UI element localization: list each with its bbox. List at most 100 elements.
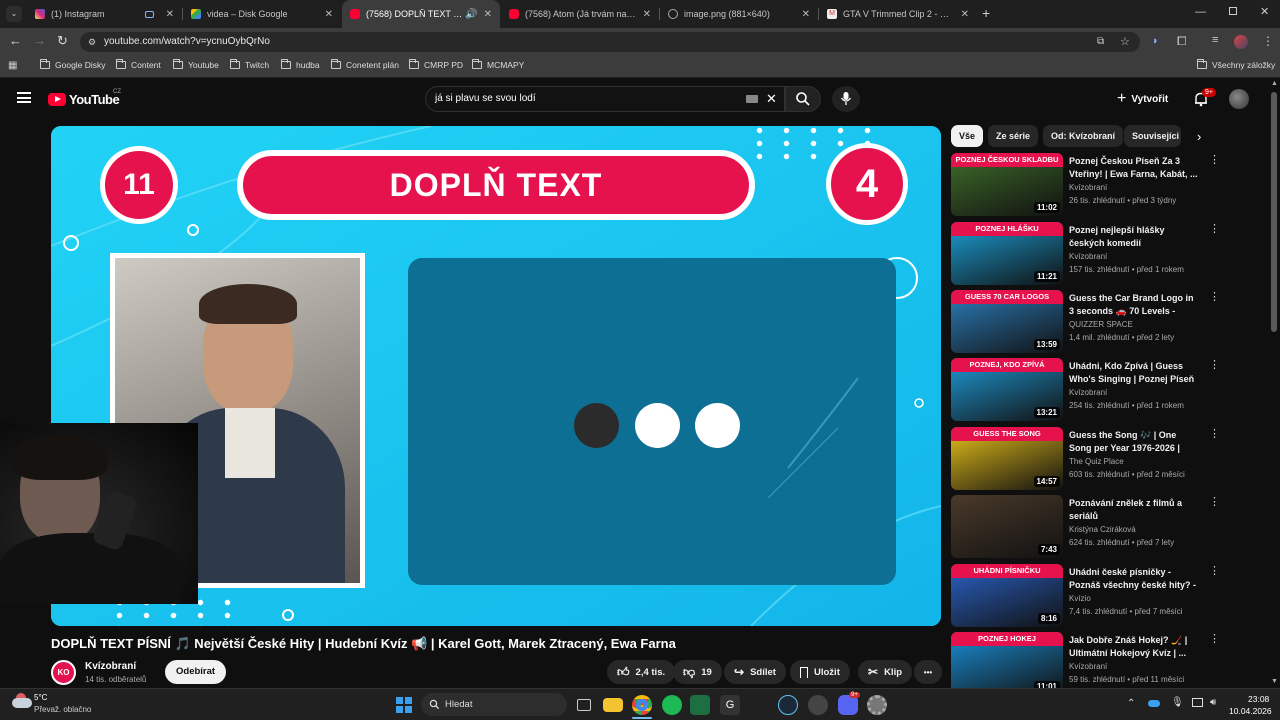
- clear-search-icon[interactable]: ✕: [766, 87, 777, 111]
- video-thumbnail[interactable]: GUESS THE SONG 14:57: [951, 427, 1063, 490]
- tab-search-button[interactable]: ⌄: [6, 6, 22, 22]
- install-icon[interactable]: ⧉: [1097, 32, 1104, 52]
- bookmark-twitch[interactable]: Twitch: [230, 59, 269, 70]
- new-tab-button[interactable]: +: [982, 5, 990, 21]
- recommendation-channel[interactable]: Kvízobraní: [1069, 183, 1107, 192]
- chip-related[interactable]: Souvisejíci: [1124, 125, 1181, 147]
- hamburger-menu-icon[interactable]: [17, 92, 31, 103]
- chip-all[interactable]: Vše: [951, 125, 984, 147]
- search-button[interactable]: [785, 86, 821, 112]
- more-options-icon[interactable]: ⋮: [1209, 566, 1220, 577]
- clock-date[interactable]: 10.04.2026: [1229, 706, 1272, 716]
- like-button[interactable]: 👍︎ 2,4 tis.: [607, 660, 676, 684]
- video-thumbnail[interactable]: GUESS 70 CAR LOGOS 13:59: [951, 290, 1063, 353]
- close-icon[interactable]: ✕: [484, 9, 492, 20]
- close-icon[interactable]: ✕: [802, 9, 810, 20]
- recommendation-title[interactable]: Guess the Car Brand Logo in 3 seconds 🚗 …: [1069, 292, 1199, 318]
- recommendation-item[interactable]: 7:43 Poznávání znělek z filmů a seriálů Kr…: [951, 495, 1220, 559]
- apps-grid-icon[interactable]: ▦: [8, 60, 17, 71]
- audio-icon[interactable]: 🔊: [465, 9, 477, 20]
- recommendation-channel[interactable]: Kvízobraní: [1069, 252, 1107, 261]
- more-options-icon[interactable]: ⋮: [1209, 224, 1220, 235]
- recommendation-title[interactable]: Uhádni české písničky - Poznáš všechny č…: [1069, 566, 1199, 592]
- extensions-puzzle-icon[interactable]: ⧠: [1177, 34, 1187, 49]
- discord-icon[interactable]: [838, 695, 858, 715]
- browser-menu-icon[interactable]: ⋮: [1262, 34, 1274, 48]
- recommendation-title[interactable]: Poznávání znělek z filmů a seriálů: [1069, 497, 1199, 522]
- app-icon[interactable]: G: [720, 695, 740, 715]
- bookmark-mcmapy[interactable]: MCMAPY: [472, 59, 524, 70]
- clock-time[interactable]: 23:08: [1248, 694, 1269, 704]
- minimize-button[interactable]: —: [1195, 6, 1206, 18]
- voice-search-button[interactable]: [832, 86, 860, 112]
- video-thumbnail[interactable]: POZNEJ ČESKOU SKLADBU 11:02: [951, 153, 1063, 216]
- share-button[interactable]: ↪ Sdílet: [724, 660, 786, 684]
- save-button[interactable]: Uložit: [790, 660, 850, 684]
- task-view-icon[interactable]: [577, 699, 591, 711]
- cloud-icon[interactable]: [1148, 700, 1160, 707]
- windows-start-icon[interactable]: [396, 697, 412, 713]
- app-icon[interactable]: [808, 695, 828, 715]
- recommendation-item[interactable]: POZNEJ HLÁŠKU 11:21 Poznej nejlepší hlášky…: [951, 222, 1220, 286]
- tab-list-icon[interactable]: ≡: [1212, 34, 1218, 46]
- tab-youtube-active[interactable]: (7568) DOPLŇ TEXT PÍSNÍ ♪ 🔊 ✕: [342, 0, 500, 28]
- recommendation-title[interactable]: Jak Dobře Znáš Hokej? 🏒 | Ultimátní Hoke…: [1069, 634, 1199, 659]
- steam-icon[interactable]: [778, 695, 798, 715]
- excel-icon[interactable]: [690, 695, 710, 715]
- chevron-right-icon[interactable]: ›: [1197, 129, 1201, 144]
- tab-instagram[interactable]: (1) Instagram ✕: [27, 0, 182, 28]
- account-avatar[interactable]: [1229, 89, 1249, 109]
- notifications-button[interactable]: 9+: [1193, 88, 1216, 112]
- tab-clip[interactable]: M GTA V Trimmed Clip 2 - Clippe ✕: [819, 0, 977, 28]
- settings-gear-icon[interactable]: [867, 695, 887, 715]
- tab-image[interactable]: image.png (881×640) ✕: [660, 0, 818, 28]
- bookmark-star-icon[interactable]: ☆: [1120, 32, 1130, 52]
- scroll-down-arrow[interactable]: ▼: [1271, 678, 1278, 685]
- scroll-up-arrow[interactable]: ▲: [1271, 80, 1278, 87]
- network-icon[interactable]: [1192, 698, 1203, 707]
- recommendation-channel[interactable]: Kvízobraní: [1069, 662, 1107, 671]
- all-bookmarks[interactable]: Všechny záložky: [1197, 59, 1275, 70]
- chip-series[interactable]: Ze série: [988, 125, 1039, 147]
- page-scrollbar[interactable]: [1271, 92, 1277, 332]
- more-options-icon[interactable]: ⋮: [1209, 155, 1220, 166]
- more-options-icon[interactable]: ⋮: [1209, 292, 1220, 303]
- channel-name[interactable]: Kvízobraní: [85, 661, 136, 672]
- search-input[interactable]: já si plavu se svou lodí ✕: [425, 86, 785, 112]
- close-window-button[interactable]: ✕: [1260, 5, 1269, 18]
- recommendation-channel[interactable]: Kristýna Cziráková: [1069, 525, 1136, 534]
- forward-icon[interactable]: →: [33, 33, 46, 48]
- recommendation-item[interactable]: UHÁDNI PÍSNIČKU 8:16 Uhádni české písničky…: [951, 564, 1220, 628]
- url-bar[interactable]: ⚙ youtube.com/watch?v=ycnuOybQrNo ⧉ ☆: [80, 32, 1140, 52]
- more-options-icon[interactable]: ⋮: [1209, 360, 1220, 371]
- file-explorer-icon[interactable]: [603, 698, 623, 712]
- bookmark-content[interactable]: Content: [116, 59, 161, 70]
- recommendation-channel[interactable]: QUIZZER SPACE: [1069, 320, 1133, 329]
- microphone-icon[interactable]: 🎙︎: [1171, 697, 1184, 708]
- recommendation-channel[interactable]: Kvízio: [1069, 594, 1091, 603]
- recommendation-title[interactable]: Poznej Českou Píseň Za 3 Vteřiny! | Ewa …: [1069, 155, 1199, 180]
- tab-youtube-atom[interactable]: (7568) Atom (Já trvám na tom h ✕: [501, 0, 659, 28]
- recommendation-item[interactable]: POZNEJ, KDO ZPÍVÁ 13:21 Uhádni, Kdo Zpívá …: [951, 358, 1220, 422]
- video-thumbnail[interactable]: 7:43: [951, 495, 1063, 558]
- recommendation-title[interactable]: Poznej nejlepší hlášky českých komedií: [1069, 224, 1199, 249]
- back-icon[interactable]: ←: [9, 33, 22, 48]
- maximize-button[interactable]: [1229, 7, 1237, 15]
- recommendation-channel[interactable]: Kvízobraní: [1069, 388, 1107, 397]
- video-thumbnail[interactable]: POZNEJ HLÁŠKU 11:21: [951, 222, 1063, 285]
- close-icon[interactable]: ✕: [325, 9, 333, 20]
- taskbar-search[interactable]: Hledat: [421, 693, 567, 716]
- video-thumbnail[interactable]: POZNEJ, KDO ZPÍVÁ 13:21: [951, 358, 1063, 421]
- site-info-icon[interactable]: ⚙: [88, 32, 96, 52]
- more-options-icon[interactable]: ⋮: [1209, 497, 1220, 508]
- bookmark-youtube[interactable]: Youtube: [173, 59, 219, 70]
- bookmark-google-disky[interactable]: Google Disky: [40, 59, 106, 70]
- subscribe-button[interactable]: Odebírat: [165, 660, 227, 684]
- bookmark-cmrp-pd[interactable]: CMRP PD: [409, 59, 463, 70]
- keyboard-icon[interactable]: [746, 95, 758, 103]
- recommendation-item[interactable]: POZNEJ ČESKOU SKLADBU 11:02 Poznej Českou …: [951, 153, 1220, 217]
- dislike-button[interactable]: 👎︎ 19: [673, 660, 722, 684]
- more-options-icon[interactable]: ⋮: [1209, 634, 1220, 645]
- spotify-icon[interactable]: [662, 695, 682, 715]
- clip-button[interactable]: ✂ Klip: [858, 660, 913, 684]
